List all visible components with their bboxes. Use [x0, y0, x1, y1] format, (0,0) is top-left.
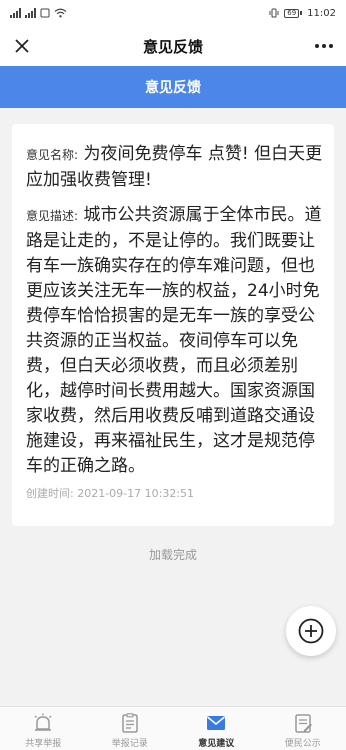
signal-icon	[10, 8, 21, 18]
feedback-card: 意见名称: 为夜间免费停车 点赞! 但白天更应加强收费管理! 意见描述: 城市公…	[12, 124, 334, 526]
more-dot-icon	[329, 44, 333, 48]
clipboard-icon	[122, 713, 138, 733]
tab-report-records[interactable]: 举报记录	[87, 707, 174, 750]
notice-icon	[295, 714, 312, 733]
plus-circle-icon	[298, 618, 324, 644]
tab-label: 举报记录	[111, 739, 148, 749]
feedback-name: 意见名称: 为夜间免费停车 点赞! 但白天更应加强收费管理!	[26, 142, 324, 193]
feedback-description-value: 城市公共资源属于全体市民。道路是让走的，不是让停的。我们既要让有车一族确实存在的…	[26, 205, 322, 476]
tab-label: 意见建议	[198, 739, 235, 749]
notification-icon	[40, 8, 50, 18]
nav-bar: 意见反馈	[0, 26, 346, 66]
alarm-icon	[34, 713, 52, 731]
status-time: 11:02	[307, 7, 336, 19]
close-icon	[15, 39, 29, 53]
tab-public-notice[interactable]: 便民公示	[260, 707, 346, 750]
bottom-tab-bar: 共享举报 举报记录 意见建议 便民公示	[0, 706, 346, 750]
wifi-icon	[54, 8, 67, 18]
tab-suggestions[interactable]: 意见建议	[173, 707, 260, 750]
created-time-label: 创建时间:	[26, 487, 74, 500]
feedback-name-label: 意见名称:	[26, 148, 79, 162]
more-button[interactable]	[310, 32, 338, 60]
load-complete-text: 加载完成	[148, 548, 197, 562]
mail-icon	[207, 716, 226, 730]
page-header: 意见反馈	[0, 66, 346, 108]
battery-icon: 69	[284, 8, 303, 18]
more-dot-icon	[315, 44, 319, 48]
feedback-description: 意见描述: 城市公共资源属于全体市民。道路是让走的，不是让停的。我们既要让有车一…	[26, 203, 324, 479]
created-time: 创建时间: 2021-09-17 10:32:51	[26, 485, 324, 501]
signal-icon-2	[25, 8, 36, 18]
feedback-description-label: 意见描述:	[26, 209, 79, 223]
close-button[interactable]	[8, 32, 36, 60]
nav-title: 意见反馈	[142, 37, 203, 56]
status-bar: 69 11:02	[0, 0, 346, 26]
page-title: 意见反馈	[145, 80, 201, 96]
more-dot-icon	[322, 44, 326, 48]
battery-level: 69	[284, 8, 300, 18]
status-right: 69 11:02	[269, 8, 336, 19]
add-feedback-button[interactable]	[286, 606, 336, 656]
tab-label: 共享举报	[25, 739, 62, 749]
tab-label: 便民公示	[284, 739, 321, 749]
vibrate-icon	[269, 8, 279, 18]
tab-share-report[interactable]: 共享举报	[0, 707, 87, 750]
created-time-value: 2021-09-17 10:32:51	[77, 487, 195, 500]
status-left	[10, 8, 67, 18]
